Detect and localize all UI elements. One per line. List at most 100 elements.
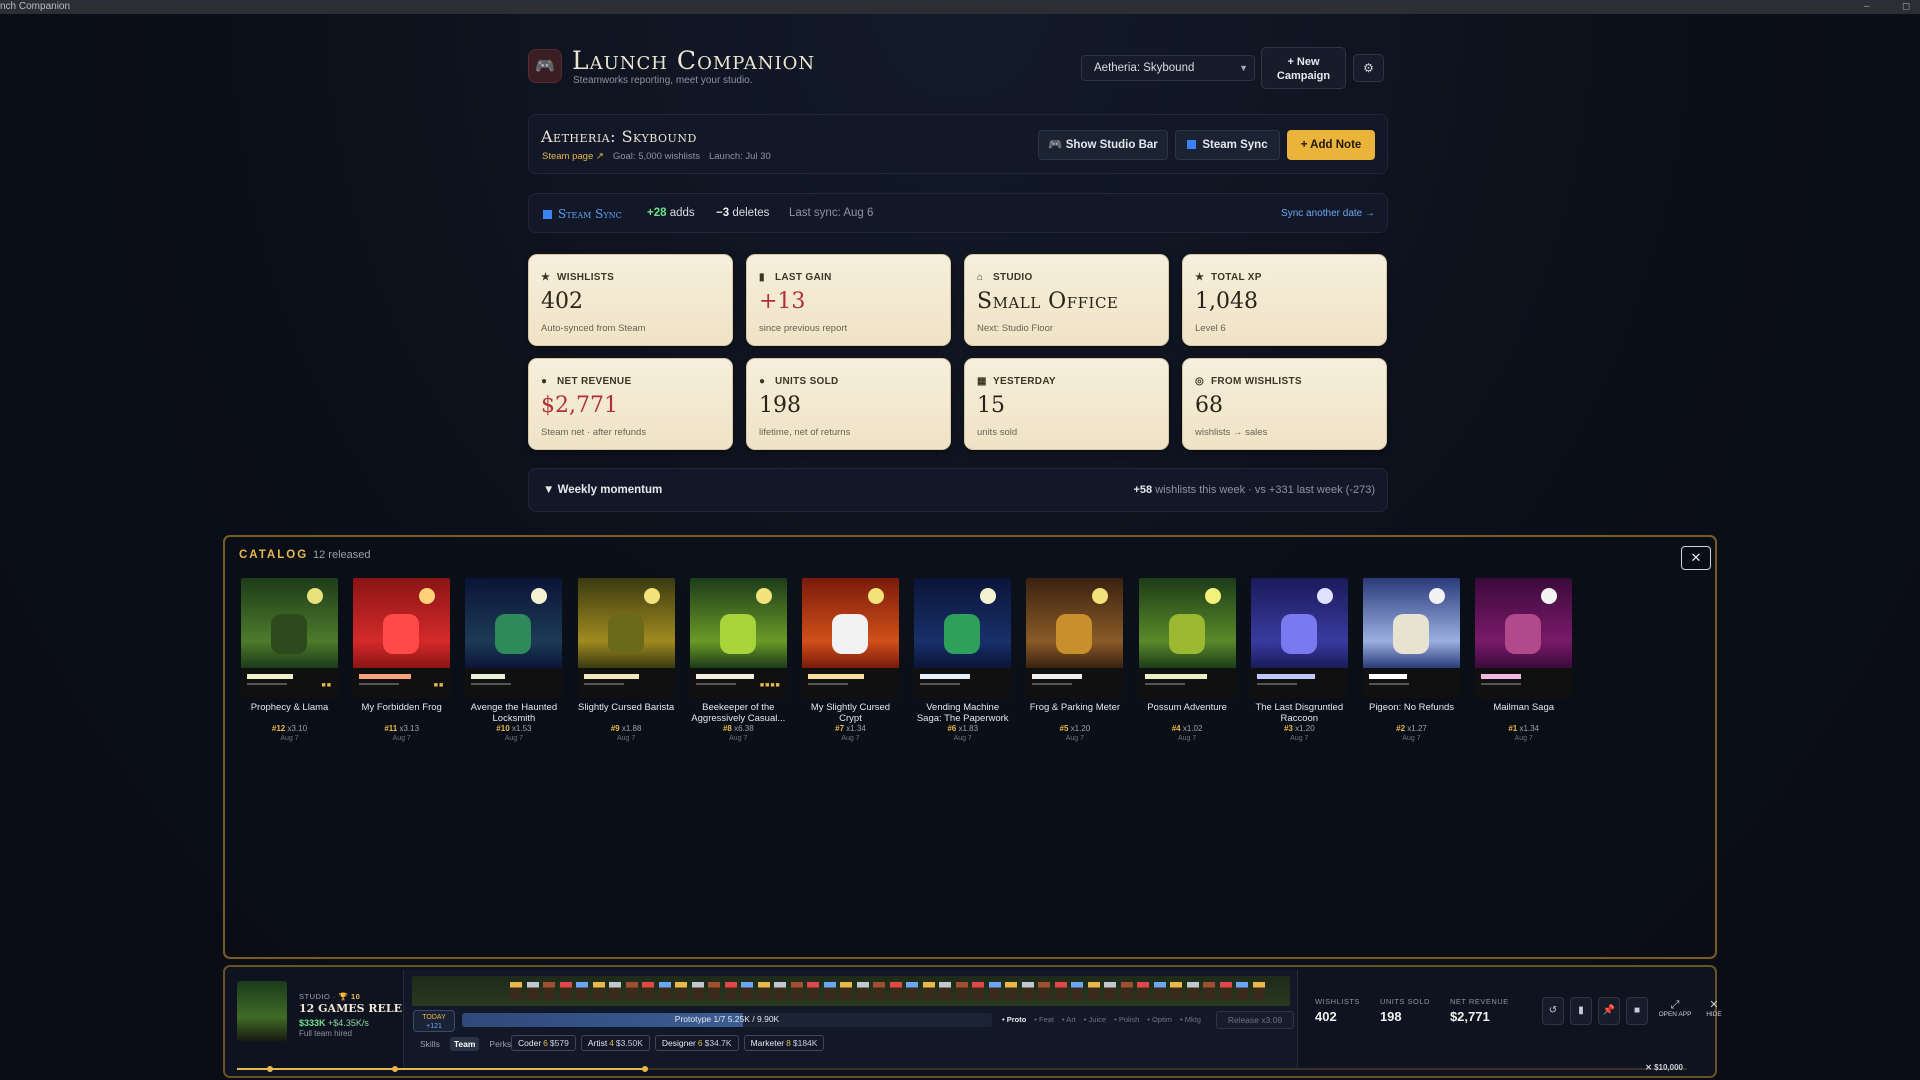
close-icon: ✕ bbox=[1709, 999, 1719, 1011]
game-date: Aug 7 bbox=[1065, 735, 1085, 742]
app-subtitle: Steamworks reporting, meet your studio. bbox=[573, 75, 753, 86]
worker-figure bbox=[873, 982, 885, 1000]
stat-card-last-gain: ▮ LAST GAIN +13 since previous report bbox=[746, 254, 951, 346]
catalog-game-card[interactable]: The Last Disgruntled Raccoon #3 x1.20 Aug … bbox=[1250, 578, 1348, 743]
steam-page-link[interactable]: Steam page ↗ bbox=[542, 151, 604, 162]
stat-subtext: units sold bbox=[977, 427, 1018, 438]
stop-icon[interactable]: ■ bbox=[1626, 997, 1648, 1025]
game-rank: #1 x1.34 bbox=[1508, 724, 1540, 733]
pin-icon[interactable]: 📌 bbox=[1598, 997, 1620, 1025]
catalog-game-card[interactable]: Possum Adventure #4 x1.02 Aug 7 bbox=[1138, 578, 1236, 743]
catalog-game-card[interactable]: ■■■■ Beekeeper of the Aggressively Casual… bbox=[689, 578, 787, 743]
catalog-game-card[interactable]: Pigeon: No Refunds #2 x1.27 Aug 7 bbox=[1363, 578, 1460, 743]
weekly-momentum-toggle[interactable]: ▼ Weekly momentum bbox=[543, 484, 662, 496]
game-cover bbox=[1363, 578, 1460, 698]
phase-item: • Polish bbox=[1114, 1015, 1140, 1024]
stat-value: +13 bbox=[759, 289, 806, 314]
refresh-icon[interactable]: ↺ bbox=[1542, 997, 1564, 1025]
role-artist[interactable]: Artist 4 $3.50K bbox=[580, 1035, 650, 1051]
game-cover bbox=[465, 578, 563, 698]
tab-team[interactable]: Team bbox=[449, 1037, 480, 1051]
expand-icon: ⤢ bbox=[1670, 999, 1680, 1011]
maximize-button[interactable]: ◻ bbox=[1902, 0, 1910, 13]
stat-value: 1,048 bbox=[1195, 289, 1258, 314]
stat-value: 15 bbox=[977, 393, 1005, 418]
controller-icon: 🎮 bbox=[528, 49, 562, 83]
game-date: Aug 7 bbox=[1402, 735, 1421, 742]
release-button[interactable]: Release x3.09 bbox=[1216, 1011, 1294, 1029]
game-rank: #12 x3.10 bbox=[271, 724, 308, 733]
catalog-game-card[interactable]: ■■ My Forbidden Frog #11 x3.13 Aug 7 bbox=[353, 578, 451, 743]
game-date: Aug 7 bbox=[1514, 735, 1533, 742]
show-studio-bar-button[interactable]: 🎮 Show Studio Bar bbox=[1038, 130, 1168, 160]
role-marketer[interactable]: Marketer 8 $184K bbox=[743, 1035, 825, 1051]
worker-figure bbox=[1087, 982, 1100, 1000]
stat-label: ★ WISHLISTS bbox=[541, 272, 615, 283]
stat-card-wishlists: ★ WISHLISTS 402 Auto-synced from Steam bbox=[528, 254, 733, 346]
worker-figure bbox=[741, 982, 753, 1000]
momentum-summary: +58 wishlists this week · vs +331 last w… bbox=[1133, 484, 1375, 496]
gear-icon[interactable]: ⚙ bbox=[1353, 54, 1384, 82]
role-designer[interactable]: Designer 6 $34.7K bbox=[654, 1035, 739, 1051]
role-coder[interactable]: Coder 6 $579 bbox=[511, 1035, 576, 1051]
game-title: Avenge the Haunted Locksmith bbox=[470, 702, 558, 724]
game-cover bbox=[1026, 578, 1124, 698]
studio-name: 12 GAMES RELE... bbox=[299, 1002, 414, 1015]
stat-card-net-revenue: ● NET REVENUE $2,771 Steam net · after refu… bbox=[528, 358, 733, 450]
pause-icon[interactable]: ▮ bbox=[1570, 997, 1592, 1025]
new-campaign-button[interactable]: + New Campaign bbox=[1261, 47, 1346, 89]
stat-icon: ◎ bbox=[1195, 376, 1205, 387]
catalog-game-card[interactable]: My Slightly Cursed Crypt #7 x1.34 Aug 7 bbox=[802, 578, 899, 743]
hide-button[interactable]: ✕ HIDE bbox=[1701, 997, 1727, 1025]
game-cover bbox=[914, 578, 1012, 698]
catalog-game-card[interactable]: Mailman Saga #1 x1.34 Aug 7 bbox=[1475, 578, 1573, 743]
stat-subtext: since previous report bbox=[759, 323, 848, 334]
stat-card-from-wishlists: ◎ FROM WISHLISTS 68 wishlists → sales bbox=[1182, 358, 1387, 450]
game-date: Aug 7 bbox=[841, 735, 860, 742]
worker-figure bbox=[1038, 982, 1050, 1000]
sync-another-date-link[interactable]: Sync another date → bbox=[1281, 208, 1375, 219]
worker-figure bbox=[675, 982, 687, 1000]
close-icon[interactable]: ✕ bbox=[1681, 546, 1711, 570]
stat-subtext: Level 6 bbox=[1195, 323, 1226, 334]
stat-subtext: Auto-synced from Steam bbox=[541, 323, 646, 334]
stat-card-yesterday: ▦ YESTERDAY 15 units sold bbox=[964, 358, 1169, 450]
dock-stat: WISHLISTS 402 bbox=[1315, 997, 1360, 1024]
worker-figure bbox=[658, 982, 671, 1000]
stat-card-total-xp: ★ TOTAL XP 1,048 Level 6 bbox=[1182, 254, 1387, 346]
game-cover bbox=[802, 578, 899, 698]
game-meta: Steam page ↗ Goal: 5,000 wishlists Launc… bbox=[542, 151, 771, 162]
catalog-game-card[interactable]: Slightly Cursed Barista #9 x1.88 Aug 7 bbox=[577, 578, 675, 743]
worker-figure bbox=[1071, 982, 1083, 1000]
game-title: Vending Machine Saga: The Paperwork bbox=[916, 702, 1009, 724]
catalog-game-card[interactable]: Avenge the Haunted Locksmith #10 x1.53 Aug… bbox=[465, 578, 563, 743]
game-cover bbox=[1138, 578, 1236, 698]
worker-figure bbox=[1219, 982, 1232, 1000]
game-cover: ■■ bbox=[353, 578, 451, 698]
minimize-button[interactable]: – bbox=[1864, 0, 1870, 13]
timeline-marker bbox=[267, 1066, 273, 1072]
catalog-game-card[interactable]: Frog & Parking Meter #5 x1.20 Aug 7 bbox=[1026, 578, 1124, 743]
catalog-game-card[interactable]: Vending Machine Saga: The Paperwork #6 x1… bbox=[914, 578, 1012, 743]
game-title: The Last Disgruntled Raccoon bbox=[1255, 702, 1344, 724]
worker-figure bbox=[1236, 982, 1248, 1000]
goal-amount: ✕ $10,000 bbox=[1645, 1063, 1683, 1072]
worker-figure bbox=[1186, 982, 1199, 1000]
weekly-momentum[interactable]: ▼ Weekly momentum +58 wishlists this wee… bbox=[528, 468, 1388, 512]
steam-sync-button[interactable]: Steam Sync bbox=[1175, 130, 1280, 160]
catalog-game-card[interactable]: ■■ Prophecy & Llama #12 x3.10 Aug 7 bbox=[241, 578, 338, 743]
tab-skills[interactable]: Skills bbox=[416, 1037, 444, 1051]
open-app-button[interactable]: ⤢ OPEN APP bbox=[1655, 997, 1695, 1025]
caret-down-icon: ▼ bbox=[543, 484, 555, 496]
stat-label: ▦ YESTERDAY bbox=[977, 376, 1056, 387]
game-rank: #2 x1.27 bbox=[1396, 724, 1427, 733]
game-title: Aetheria: Skybound bbox=[541, 127, 697, 146]
sync-label: Steam Sync bbox=[543, 207, 622, 221]
add-note-button[interactable]: + Add Note bbox=[1287, 130, 1375, 160]
game-title: My Slightly Cursed Crypt bbox=[810, 702, 891, 724]
campaign-select[interactable]: Aetheria: Skybound ▼ bbox=[1081, 55, 1255, 81]
game-date: Aug 7 bbox=[729, 735, 748, 742]
game-date: Aug 7 bbox=[953, 735, 972, 742]
dock-tabs: Skills Team Perks bbox=[416, 1037, 515, 1051]
stat-subtext: Steam net · after refunds bbox=[541, 427, 647, 438]
